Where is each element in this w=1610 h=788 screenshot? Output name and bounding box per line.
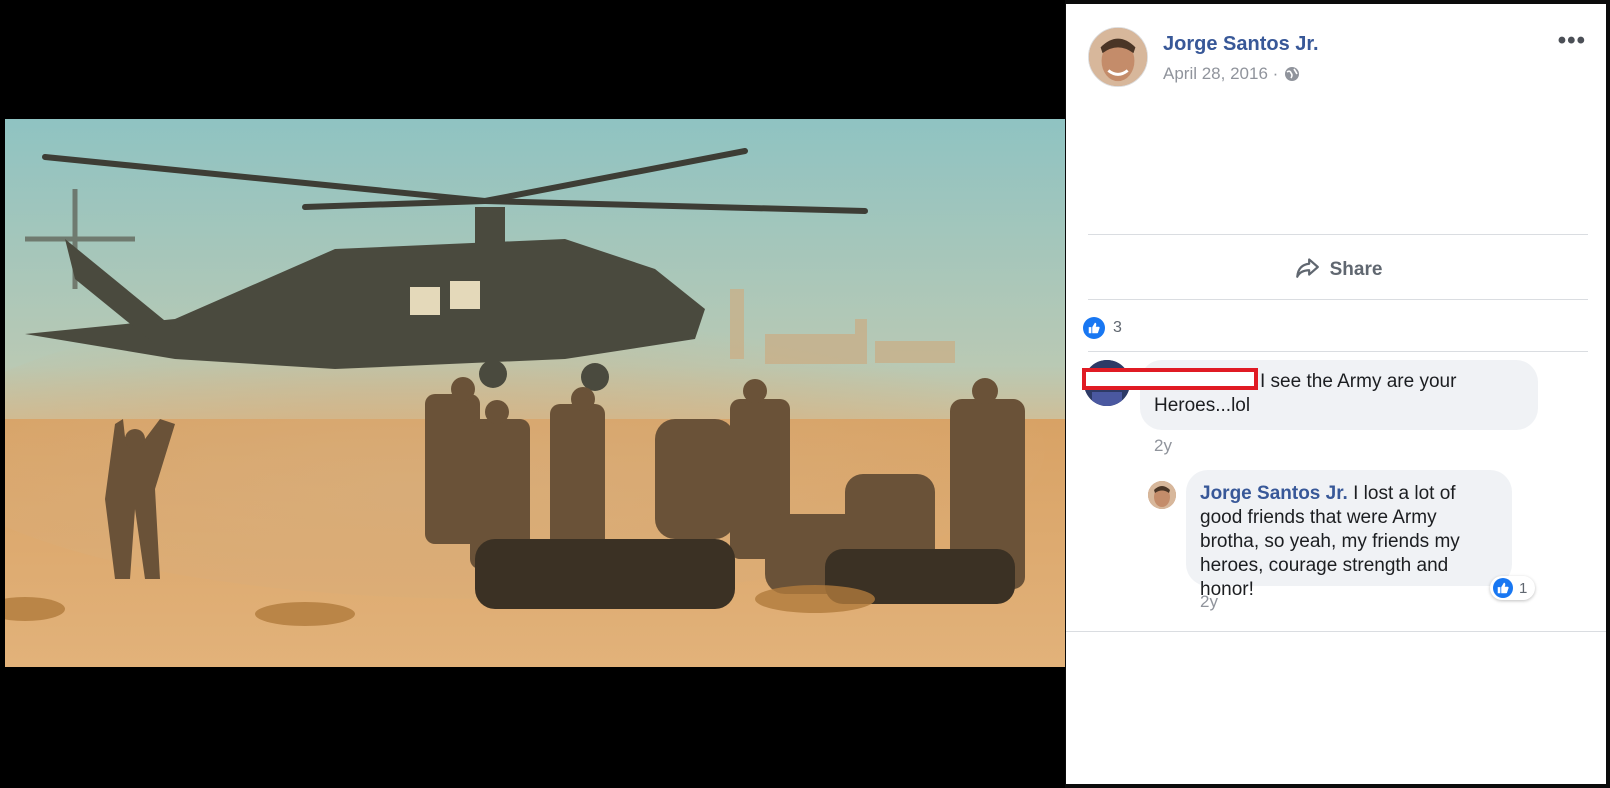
reply-reaction-count[interactable]: 1 — [1490, 576, 1536, 600]
divider — [1088, 299, 1588, 300]
post-photo[interactable] — [5, 119, 1065, 667]
share-label: Share — [1329, 259, 1383, 280]
share-arrow-icon — [1294, 254, 1320, 286]
reply-like-count: 1 — [1519, 579, 1528, 597]
photo-viewer — [0, 0, 1065, 788]
reply-author-avatar[interactable] — [1148, 481, 1176, 509]
reply-author-name[interactable]: Jorge Santos Jr. — [1200, 483, 1348, 504]
globe-icon — [1284, 66, 1300, 82]
reaction-summary[interactable]: 3 — [1083, 317, 1122, 339]
redaction-box — [1082, 368, 1258, 390]
divider — [1066, 631, 1606, 632]
thumbs-up-icon — [1083, 317, 1105, 339]
helicopter-soldiers-image — [5, 119, 1065, 667]
post-date[interactable]: April 28, 2016 · — [1163, 64, 1278, 84]
divider — [1088, 234, 1588, 235]
post-panel: Jorge Santos Jr. April 28, 2016 · ••• Sh… — [1066, 4, 1606, 784]
share-button[interactable]: Share — [1088, 241, 1588, 299]
post-author-name[interactable]: Jorge Santos Jr. — [1163, 33, 1319, 56]
reply-time[interactable]: 2y — [1200, 592, 1218, 612]
thumbs-up-icon — [1493, 578, 1513, 598]
divider — [1088, 351, 1588, 352]
ellipsis-icon[interactable]: ••• — [1558, 29, 1586, 53]
reply-bubble: Jorge Santos Jr. I lost a lot of good fr… — [1186, 470, 1512, 600]
author-avatar[interactable] — [1088, 27, 1148, 87]
post-timestamp: April 28, 2016 · — [1163, 64, 1300, 84]
comment-time[interactable]: 2y — [1154, 436, 1172, 456]
like-count: 3 — [1113, 319, 1122, 336]
